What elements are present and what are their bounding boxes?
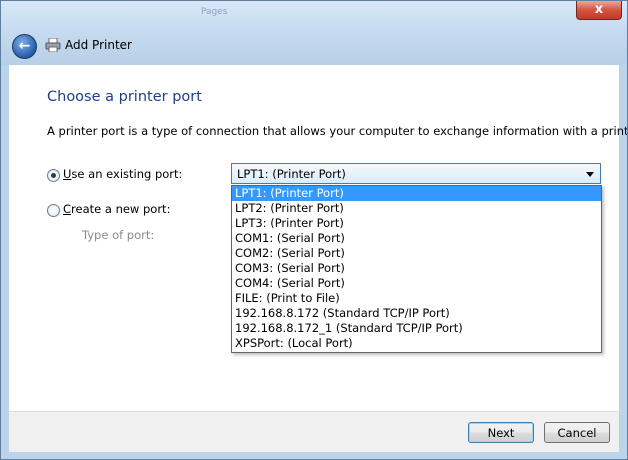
port-option[interactable]: 192.168.8.172 (Standard TCP/IP Port) bbox=[232, 306, 601, 321]
existing-port-radio[interactable] bbox=[47, 169, 60, 182]
wizard-content: Choose a printer port A printer port is … bbox=[9, 65, 627, 411]
port-option[interactable]: FILE: (Print to File) bbox=[232, 291, 601, 306]
add-printer-window: Pages x ← Add Printer Choose a printer p… bbox=[0, 0, 628, 460]
port-option[interactable]: LPT2: (Printer Port) bbox=[232, 201, 601, 216]
cancel-button[interactable]: Cancel bbox=[544, 422, 610, 443]
wizard-footer: Next Cancel bbox=[9, 411, 619, 452]
port-option[interactable]: COM3: (Serial Port) bbox=[232, 261, 601, 276]
new-port-label[interactable]: Create a new port: bbox=[63, 202, 170, 216]
window-title: Add Printer bbox=[65, 38, 132, 52]
new-port-radio[interactable] bbox=[47, 204, 60, 217]
title-bar: Pages x ← Add Printer bbox=[1, 1, 627, 65]
existing-port-label[interactable]: Use an existing port: bbox=[63, 167, 182, 181]
next-button[interactable]: Next bbox=[468, 422, 534, 443]
port-select-value: LPT1: (Printer Port) bbox=[237, 167, 346, 181]
page-title: Choose a printer port bbox=[47, 89, 202, 105]
port-option[interactable]: COM4: (Serial Port) bbox=[232, 276, 601, 291]
back-arrow-icon[interactable]: ← bbox=[12, 34, 37, 59]
port-option[interactable]: LPT3: (Printer Port) bbox=[232, 216, 601, 231]
port-option[interactable]: COM2: (Serial Port) bbox=[232, 246, 601, 261]
port-dropdown-list[interactable]: LPT1: (Printer Port) LPT2: (Printer Port)… bbox=[231, 185, 602, 353]
port-select[interactable]: LPT1: (Printer Port) bbox=[231, 163, 601, 184]
port-option[interactable]: 192.168.8.172_1 (Standard TCP/IP Port) bbox=[232, 321, 601, 336]
port-type-label: Type of port: bbox=[82, 228, 155, 242]
chevron-down-icon[interactable] bbox=[586, 172, 594, 177]
page-description: A printer port is a type of connection t… bbox=[47, 124, 628, 138]
background-tab-text: Pages bbox=[201, 7, 228, 17]
port-option[interactable]: LPT1: (Printer Port) bbox=[232, 186, 601, 201]
close-button[interactable]: x bbox=[576, 1, 622, 20]
port-option[interactable]: XPSPort: (Local Port) bbox=[232, 336, 601, 351]
printer-icon bbox=[45, 38, 61, 52]
port-option[interactable]: COM1: (Serial Port) bbox=[232, 231, 601, 246]
